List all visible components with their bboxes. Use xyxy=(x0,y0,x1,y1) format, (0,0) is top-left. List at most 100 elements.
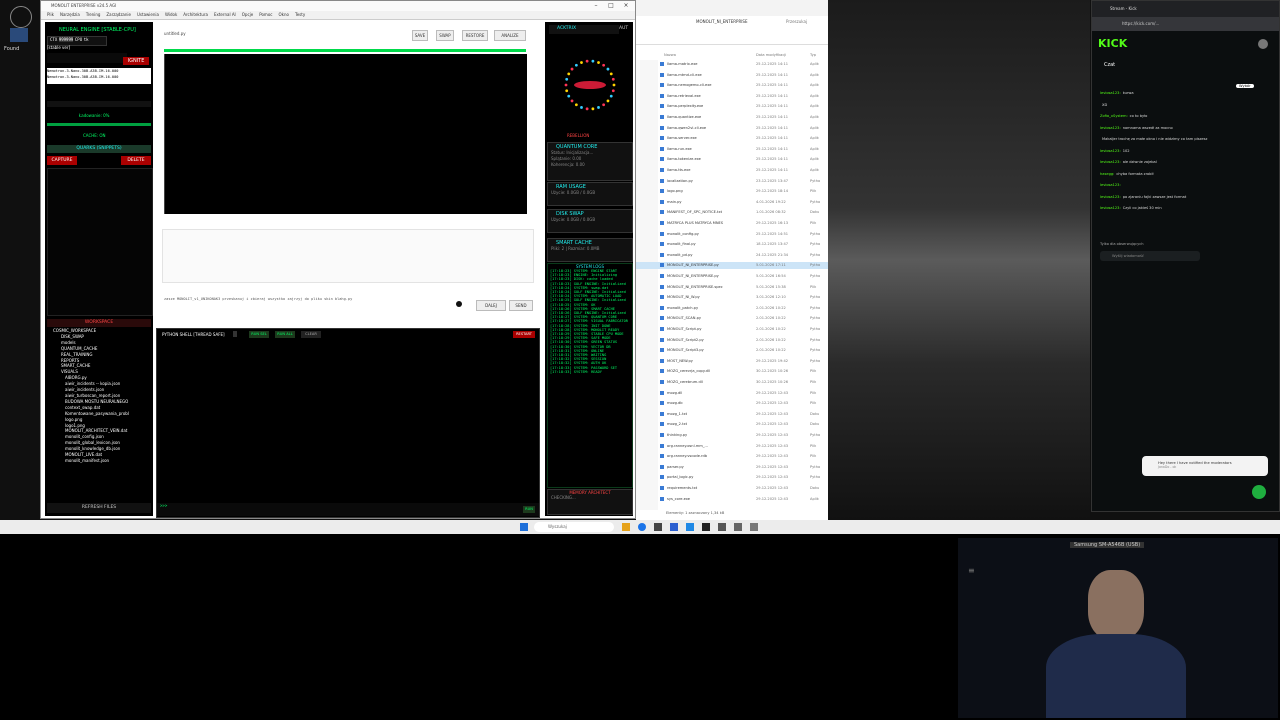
browser-tab[interactable]: Stream - Kick xyxy=(1110,6,1137,11)
file-row[interactable]: llama-perplexity.exe 25.12.2025 14:11 Apli… xyxy=(636,103,828,110)
file-row[interactable]: parser.py 29.12.2025 12:43 Pytho xyxy=(636,464,828,471)
minimize-icon[interactable]: – xyxy=(589,1,603,11)
workspace-tree[interactable]: COSMIC_WORKSPACE DISK_SWAP models QUANTUM_C… xyxy=(47,328,151,500)
file-row[interactable]: mozg_2.txt 29.12.2025 12:43 Doku xyxy=(636,421,828,428)
file-row[interactable]: llama-matrix.exe 25.12.2025 14:11 Aplik xyxy=(636,61,828,68)
file-row[interactable]: portal_logic.py 29.12.2025 12:43 Pytho xyxy=(636,474,828,481)
menu-item[interactable]: Zarządzanie xyxy=(106,11,131,19)
file-row[interactable]: monolit_config.py 25.12.2025 14:51 Pytho xyxy=(636,231,828,238)
file-row[interactable]: org.ranney.vscode.rdb 29.12.2025 12:43 Pli… xyxy=(636,453,828,460)
explorer-taskbar-icon[interactable] xyxy=(622,523,630,531)
tab-acktrix[interactable]: ACKTRIX xyxy=(557,26,576,31)
start-icon[interactable] xyxy=(520,523,528,531)
chat-username[interactable]: Zofia_xSystem: xyxy=(1100,114,1128,118)
menu-item[interactable]: Okno xyxy=(278,11,288,19)
file-row[interactable]: llama-mtmd-cli.exe 25.12.2025 14:11 Aplik xyxy=(636,72,828,79)
file-row[interactable]: MONOLIT_NI_ENTERPRISE.py 5.01.2026 17:11 P… xyxy=(636,262,828,270)
col-name[interactable]: Nazwa xyxy=(664,53,676,57)
file-row[interactable]: mozg_1.txt 29.12.2025 12:43 Doku xyxy=(636,411,828,418)
chat-username[interactable]: leviosa123: xyxy=(1100,149,1121,153)
menu-item[interactable]: Trening xyxy=(86,11,101,19)
file-row[interactable]: thinking.py 29.12.2025 12:43 Pytho xyxy=(636,432,828,439)
app-taskbar-icon[interactable] xyxy=(750,523,758,531)
model-option[interactable]: Nemotron-3-Nano-30B-A3B-IM-16-000 xyxy=(47,74,151,80)
ctx-input[interactable]: 999999 xyxy=(58,37,74,42)
restore-button[interactable]: RESTORE xyxy=(462,30,488,41)
address-bar[interactable]: MONOLIT_NI_ENTERPRISE xyxy=(696,19,747,24)
maximize-icon[interactable]: □ xyxy=(604,1,618,11)
send-button[interactable]: SEND xyxy=(509,300,533,311)
file-row[interactable]: sys_core.exe 29.12.2025 12:43 Aplik xyxy=(636,496,828,503)
menu-item[interactable]: Opcje xyxy=(242,11,253,19)
ignite-button[interactable]: IGNITE xyxy=(123,57,149,65)
code-textarea[interactable] xyxy=(164,54,527,214)
quarks-list[interactable] xyxy=(47,168,153,316)
file-row[interactable]: monolit_pd.py 24.12.2025 21:34 Pytho xyxy=(636,252,828,259)
file-row[interactable]: MATRYCA PLUS MATRYCA MNES 29.12.2025 16:1… xyxy=(636,220,828,227)
file-row[interactable]: MONOLIT_NI_ENTERPRISE.py 5.01.2026 16:54 P… xyxy=(636,273,828,280)
dalej-button[interactable]: DALEJ xyxy=(476,300,506,311)
app-taskbar-icon[interactable] xyxy=(670,523,678,531)
obs-taskbar-icon[interactable] xyxy=(702,523,710,531)
menu-icon[interactable]: ≡ xyxy=(968,566,975,575)
save-button[interactable]: SAVE xyxy=(412,30,428,41)
file-row[interactable]: llama-tts.exe 25.12.2025 14:11 Aplik xyxy=(636,167,828,174)
file-row[interactable]: llama-server.exe 25.12.2025 14:11 Aplik xyxy=(636,135,828,142)
chat-username[interactable]: leviosa123: xyxy=(1100,183,1121,187)
file-row[interactable]: MANIFEST_OF_SPC_NOTICE.txt 1.01.2026 08:3… xyxy=(636,209,828,216)
editor-tab[interactable]: untitled.py xyxy=(164,31,186,36)
file-row[interactable]: llama-quantize.exe 25.12.2025 14:11 Aplik xyxy=(636,114,828,121)
file-row[interactable]: MONOLIT_Script2.py 2.01.2026 10:22 Pytho xyxy=(636,337,828,344)
explorer-search[interactable]: Przeszukaj xyxy=(786,19,807,24)
url-field[interactable]: https://kick.com/... xyxy=(1122,21,1159,26)
clear-button[interactable]: CLEAR xyxy=(301,331,321,338)
menu-item[interactable]: Pomoc xyxy=(259,11,272,19)
app-taskbar-icon[interactable] xyxy=(686,523,694,531)
chat-input[interactable]: Wyślij wiadomość xyxy=(1100,251,1200,261)
swap-button[interactable]: SWAP xyxy=(436,30,454,41)
file-row[interactable]: MONOLIT_SCAN.py 2.01.2026 10:22 Pytho xyxy=(636,315,828,322)
file-row[interactable]: MONOLIT_Script.py 2.01.2026 10:22 Pytho xyxy=(636,326,828,333)
menu-item[interactable]: External AI xyxy=(214,11,236,19)
chat-launcher-icon[interactable] xyxy=(1252,485,1266,499)
toast-notification[interactable]: Hey there I have notified the moderators… xyxy=(1142,456,1268,476)
file-row[interactable]: mozg.db 29.12.2025 12:43 Plik xyxy=(636,400,828,407)
app-taskbar-icon[interactable] xyxy=(718,523,726,531)
folder-icon[interactable] xyxy=(10,28,28,42)
file-row[interactable]: monolit_final.py 18.12.2025 13:47 Pytho xyxy=(636,241,828,248)
menu-item[interactable]: Plik xyxy=(47,11,54,19)
file-row[interactable]: MONOLIT_NI_W.py 3.01.2026 12:10 Pytho xyxy=(636,294,828,301)
taskbar-search[interactable]: Wyszukaj xyxy=(534,522,614,532)
file-row[interactable]: requirements.txt 29.12.2025 12:43 Doku xyxy=(636,485,828,492)
file-row[interactable]: MOZG_cerevrja_copy.dll 30.12.2025 10:26 Pl… xyxy=(636,368,828,375)
restart-button[interactable]: RESTART xyxy=(513,331,535,338)
file-row[interactable]: localization.py 23.12.2025 13:47 Pytho xyxy=(636,178,828,185)
shell-output[interactable] xyxy=(157,341,539,501)
menu-item[interactable]: Architektura xyxy=(183,11,208,19)
record-icon[interactable] xyxy=(456,301,462,307)
run-all-button[interactable]: RUN ALL xyxy=(275,331,295,338)
chat-prompt-text[interactable]: zasze MONOLIT_v1_UNIKONAK3 przeskanuj i … xyxy=(164,297,434,302)
file-row[interactable]: llama-nemogemo-cli.exe 25.12.2025 14:11 Ap… xyxy=(636,82,828,89)
obs-icon[interactable] xyxy=(10,6,32,28)
file-row[interactable]: llama-qwen2vl-cli.exe 25.12.2025 14:11 Apl… xyxy=(636,125,828,132)
chat-username[interactable]: leviosa123: xyxy=(1100,160,1121,164)
run-sel-button[interactable]: RUN SEL xyxy=(249,331,269,338)
file-row[interactable]: MOST_NEW.py 29.12.2025 19:42 Pytho xyxy=(636,358,828,365)
tab-aut[interactable]: AUT xyxy=(619,26,628,31)
menu-item[interactable]: Ustawienia xyxy=(137,11,159,19)
col-date[interactable]: Data modyfikacji xyxy=(756,53,786,57)
run-button[interactable]: RUN xyxy=(523,506,535,513)
chat-username[interactable]: leviosa123: xyxy=(1100,195,1121,199)
kick-logo[interactable]: KICK xyxy=(1098,37,1127,50)
file-row[interactable]: MONOLIT_NI_ENTERPRISE.spec 5.01.2026 15:3… xyxy=(636,284,828,291)
delete-button[interactable]: DELETE xyxy=(121,156,151,165)
col-type[interactable]: Typ xyxy=(810,53,816,57)
close-icon[interactable]: × xyxy=(619,1,633,11)
shell-dropdown[interactable] xyxy=(233,331,237,337)
file-row[interactable]: MONOLIT_Script3.py 2.01.2026 10:22 Pytho xyxy=(636,347,828,354)
chat-username[interactable]: leviosa123: xyxy=(1100,126,1121,130)
avatar[interactable] xyxy=(1258,39,1268,49)
tree-file[interactable]: monolit_manifest.json xyxy=(47,458,151,464)
chrome-taskbar-icon[interactable] xyxy=(638,523,646,531)
